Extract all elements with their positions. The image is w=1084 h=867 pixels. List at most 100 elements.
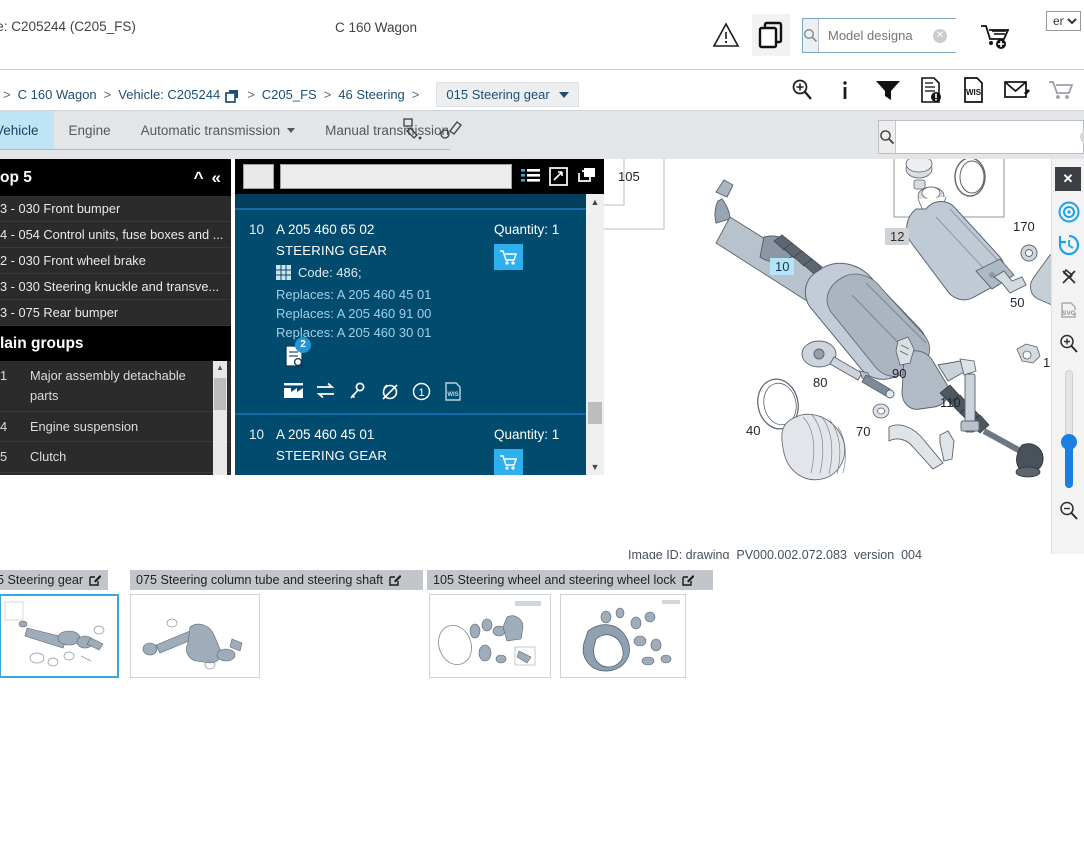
- popout-window-icon[interactable]: [577, 167, 596, 186]
- breadcrumb-item-vehicle[interactable]: Vehicle: C205244: [118, 87, 220, 102]
- wis-document-icon[interactable]: WIS: [960, 76, 988, 104]
- filter-icon[interactable]: [874, 76, 902, 104]
- language-selector[interactable]: en: [1046, 11, 1081, 31]
- scroll-down-arrow-icon[interactable]: ▼: [586, 459, 604, 475]
- diagram-callout-80[interactable]: 80: [813, 375, 827, 390]
- target-icon[interactable]: [1052, 195, 1084, 228]
- tab-engine[interactable]: Engine: [54, 111, 126, 149]
- sidebar-item-top5-4[interactable]: 3 - 030 Steering knuckle and transve...: [0, 274, 231, 300]
- thumbnail-tab-075[interactable]: 075 Steering column tube and steering sh…: [130, 570, 423, 590]
- diagram-callout-90[interactable]: 90: [892, 366, 906, 381]
- close-icon[interactable]: ✕: [1055, 167, 1081, 191]
- diagram-callout-40[interactable]: 40: [746, 423, 760, 438]
- zoom-slider[interactable]: [1052, 364, 1084, 494]
- edit-icon[interactable]: [682, 574, 694, 586]
- unpin-icon[interactable]: [1052, 261, 1084, 294]
- tab-list: Vehicle Engine Automatic transmission Ma…: [0, 111, 464, 149]
- zoom-search-icon[interactable]: [788, 76, 816, 104]
- thumbnail-tab-105[interactable]: 105 Steering wheel and steering wheel lo…: [427, 570, 713, 590]
- breadcrumb-item-c205fs[interactable]: C205_FS: [262, 87, 317, 102]
- thumbnail-075-steering-column[interactable]: [130, 594, 260, 678]
- warning-triangle-icon[interactable]: [712, 22, 740, 48]
- sidebar-group-1[interactable]: 1 Major assembly detachable parts: [0, 361, 231, 412]
- zoom-out-icon[interactable]: [1052, 494, 1084, 527]
- clear-x-icon[interactable]: ✕: [1080, 130, 1084, 144]
- document-alert-icon[interactable]: [917, 76, 945, 104]
- parts-filter-box[interactable]: [243, 164, 274, 189]
- zoom-in-icon[interactable]: [1052, 327, 1084, 360]
- thumbnail-105-steering-wheel-b[interactable]: [560, 594, 686, 678]
- add-to-cart-button[interactable]: [494, 449, 523, 475]
- parts-search-box[interactable]: ✕: [878, 120, 1084, 154]
- cart-add-icon[interactable]: [978, 22, 1014, 50]
- part-number[interactable]: A 205 460 45 01: [276, 427, 494, 442]
- diagram-callout-70[interactable]: 70: [856, 424, 870, 439]
- diagram-viewport[interactable]: 105 10 12 170 50 120 110 90 80 70 40 Ima…: [604, 159, 1084, 559]
- scroll-up-arrow-icon[interactable]: ▲: [586, 194, 604, 210]
- parts-filter-field[interactable]: [280, 164, 512, 189]
- table-row[interactable]: 10 A 205 460 45 01 STEERING GEAR Quantit…: [235, 415, 604, 475]
- svg-export-icon[interactable]: SVG: [1052, 294, 1084, 327]
- part-replaces-3[interactable]: Replaces: A 205 460 30 01: [276, 325, 494, 340]
- diagram-callout-10[interactable]: 10: [770, 258, 795, 275]
- part-document-icon[interactable]: 2: [284, 337, 311, 368]
- list-view-icon[interactable]: [521, 167, 540, 186]
- scroll-up-arrow-icon[interactable]: ▲: [213, 361, 227, 374]
- sidebar-group-5[interactable]: 5 Clutch: [0, 442, 231, 474]
- part-right-col: Quantity: 1: [494, 427, 590, 475]
- sidebar-scrollbar[interactable]: ▲ ▼: [213, 361, 227, 475]
- sidebar-item-top5-5[interactable]: 3 - 075 Rear bumper: [0, 300, 231, 326]
- diagram-callout-110[interactable]: 110: [940, 395, 961, 410]
- model-search-input[interactable]: [819, 19, 1004, 52]
- sidebar-item-top5-3[interactable]: 2 - 030 Front wheel brake: [0, 248, 231, 274]
- model-search-box[interactable]: ✕: [802, 18, 1004, 53]
- wis-icon[interactable]: WIS: [444, 382, 463, 401]
- duplicate-window-icon[interactable]: [225, 89, 240, 104]
- thumbnail-105-steering-wheel-a[interactable]: [429, 594, 551, 678]
- diagram-callout-170[interactable]: 170: [1013, 219, 1035, 234]
- scroll-thumb[interactable]: [214, 378, 226, 410]
- no-parts-icon[interactable]: [380, 382, 399, 401]
- diagram-callout-50[interactable]: 50: [1010, 295, 1024, 310]
- add-to-cart-button[interactable]: [494, 244, 523, 270]
- part-number[interactable]: A 205 460 65 02: [276, 222, 494, 237]
- part-replaces-2[interactable]: Replaces: A 205 460 91 00: [276, 306, 494, 321]
- collapse-left-icon[interactable]: «: [212, 169, 221, 186]
- cart-icon[interactable]: [1046, 76, 1074, 104]
- history-icon[interactable]: [1052, 228, 1084, 261]
- parts-scrollbar[interactable]: ▲ ▼: [586, 194, 604, 475]
- exchange-icon[interactable]: [316, 382, 335, 401]
- scroll-thumb[interactable]: [588, 402, 602, 424]
- key-icon[interactable]: [348, 382, 367, 401]
- thumbnail-tab-015[interactable]: 15 Steering gear: [0, 570, 108, 590]
- breadcrumb-item-model[interactable]: C 160 Wagon: [18, 87, 97, 102]
- info-circle-icon[interactable]: 1: [412, 382, 431, 401]
- sidebar-item-top5-1[interactable]: 3 - 030 Front bumper: [0, 196, 231, 222]
- diagram-callout-12[interactable]: 12: [885, 228, 910, 245]
- table-row[interactable]: 10 A 205 460 65 02 STEERING GEAR Code: 4…: [235, 210, 604, 415]
- tab-vehicle[interactable]: Vehicle: [0, 111, 54, 149]
- mail-edit-icon[interactable]: [1003, 76, 1031, 104]
- copy-documents-icon[interactable]: [752, 14, 790, 56]
- collapse-up-icon[interactable]: ^: [194, 169, 204, 186]
- info-icon[interactable]: [831, 76, 859, 104]
- breadcrumb-item-steering[interactable]: 46 Steering: [338, 87, 405, 102]
- sidebar-item-top5-2[interactable]: 4 - 054 Control units, fuse boxes and ..…: [0, 222, 231, 248]
- paint-code-icon[interactable]: [400, 117, 426, 143]
- edit-icon[interactable]: [89, 574, 102, 586]
- thumbnail-015-steering-gear[interactable]: [0, 594, 119, 678]
- clear-x-icon[interactable]: ✕: [933, 29, 947, 43]
- trim-code-icon[interactable]: [438, 117, 464, 143]
- tab-automatic-transmission[interactable]: Automatic transmission: [126, 111, 311, 149]
- parts-search-input[interactable]: [896, 121, 1080, 153]
- zoom-slider-knob[interactable]: [1061, 434, 1077, 450]
- factory-icon[interactable]: [284, 382, 303, 401]
- sidebar-group-4[interactable]: 4 Engine suspension: [0, 412, 231, 443]
- sidebar-group-6[interactable]: 6 Gearshift system: [0, 473, 231, 475]
- parts-panel-header: [235, 159, 604, 194]
- diagram-callout-105[interactable]: 105: [618, 169, 640, 184]
- part-replaces-1[interactable]: Replaces: A 205 460 45 01: [276, 287, 494, 302]
- edit-icon[interactable]: [389, 574, 402, 586]
- breadcrumb-group-dropdown[interactable]: 015 Steering gear: [436, 82, 579, 107]
- expand-icon[interactable]: [549, 167, 568, 186]
